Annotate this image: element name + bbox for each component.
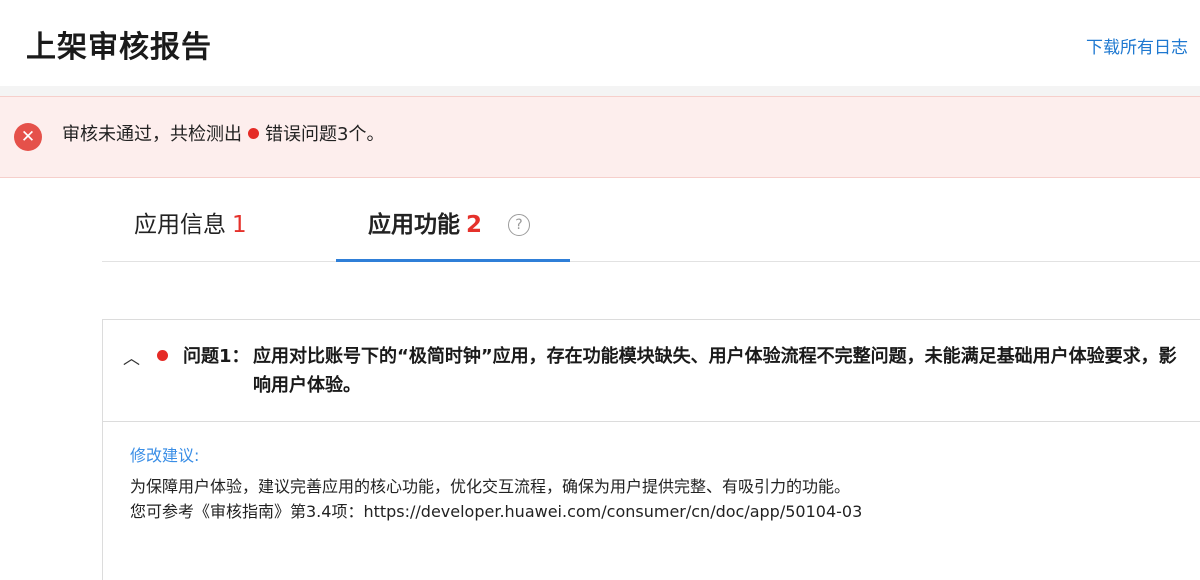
- tab-count-badge: 2: [466, 212, 483, 238]
- download-all-logs-link[interactable]: 下载所有日志: [1086, 33, 1188, 58]
- tab-app-info[interactable]: 应用信息 1: [134, 192, 247, 261]
- tab-app-function[interactable]: 应用功能 2?: [336, 192, 570, 262]
- issue-label: 问题1：: [183, 346, 250, 367]
- suggestion-body: 为保障用户体验，建议完善应用的核心功能，优化交互流程，确保为用户提供完整、有吸引…: [130, 474, 862, 524]
- question-circle-icon[interactable]: ?: [508, 214, 531, 236]
- issue-card: ︿ 问题1： 应用对比账号下的“极简时钟”应用，存在功能模块缺失、用户体验流程不…: [102, 319, 1200, 580]
- alert-message: 审核未通过，共检测出 错误问题3个。: [62, 123, 384, 147]
- close-circle-icon: ✕: [14, 123, 42, 151]
- tab-bar: 应用信息 1 应用功能 2?: [102, 192, 1200, 262]
- section-divider: [0, 86, 1200, 96]
- alert-text-after: 错误问题3个。: [265, 124, 385, 145]
- suggestion-line: 为保障用户体验，建议完善应用的核心功能，优化交互流程，确保为用户提供完整、有吸引…: [130, 477, 851, 496]
- issue-header[interactable]: ︿ 问题1： 应用对比账号下的“极简时钟”应用，存在功能模块缺失、用户体验流程不…: [103, 320, 1200, 422]
- error-alert-banner: ✕ 审核未通过，共检测出 错误问题3个。: [0, 96, 1200, 178]
- alert-text-before: 审核未通过，共检测出: [62, 124, 242, 145]
- issue-description: 应用对比账号下的“极简时钟”应用，存在功能模块缺失、用户体验流程不完整问题，未能…: [253, 346, 1177, 396]
- review-report-page: 上架审核报告 下载所有日志 ✕ 审核未通过，共检测出 错误问题3个。 应用信息 1 …: [0, 0, 1200, 580]
- tab-label: 应用功能: [368, 212, 460, 238]
- error-dot-icon: [157, 350, 168, 361]
- active-tab-indicator: [336, 259, 570, 262]
- error-dot-icon: [248, 128, 259, 139]
- page-title: 上架审核报告: [26, 30, 212, 65]
- suggestion-title: 修改建议:: [130, 446, 200, 465]
- tab-count-badge: 1: [232, 212, 247, 238]
- tab-label: 应用信息: [134, 212, 226, 238]
- suggestion-line-guide-link: 您可参考《审核指南》第3.4项：https://developer.huawei…: [130, 502, 863, 521]
- chevron-up-icon[interactable]: ︿: [123, 344, 140, 369]
